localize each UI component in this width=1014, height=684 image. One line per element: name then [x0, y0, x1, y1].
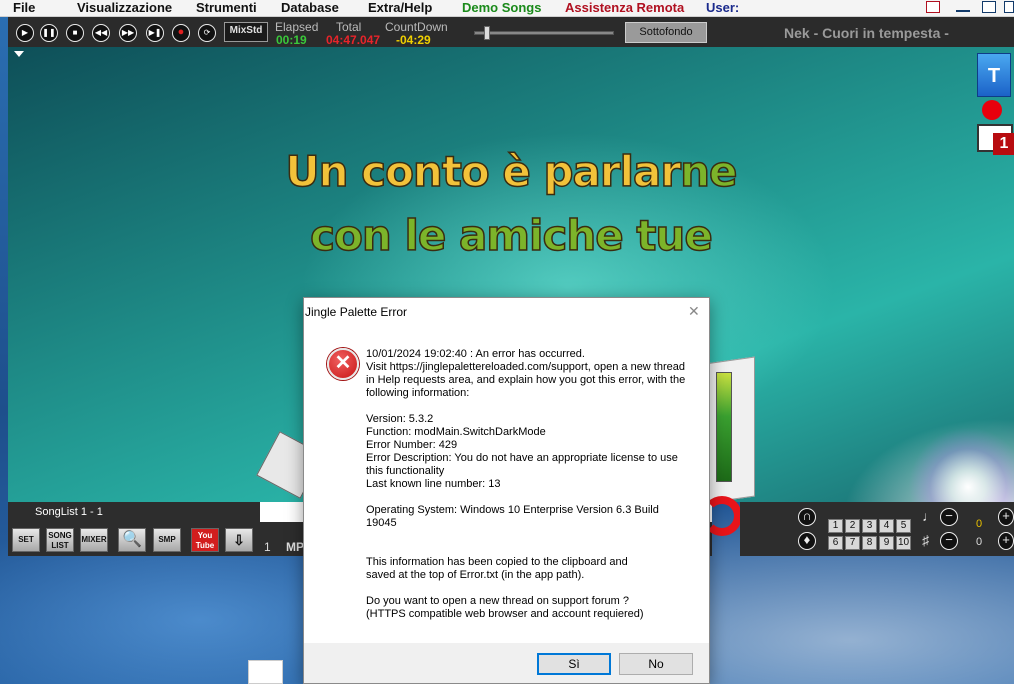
menu-file[interactable]: File	[13, 0, 35, 16]
preset-key-1[interactable]: 1	[828, 519, 843, 533]
mixstd-button[interactable]: MixStd	[224, 22, 268, 42]
preset-key-5[interactable]: 5	[896, 519, 911, 533]
dialog-title: Jingle Palette Error	[305, 305, 408, 319]
preset-key-3[interactable]: 3	[862, 519, 877, 533]
now-playing-title: Nek - Cuori in tempesta -	[784, 25, 949, 41]
preset-key-2[interactable]: 2	[845, 519, 860, 533]
transport-toolbar: ▶ ❚❚ ■ ◀◀ ▶▶ ▶❚ ● ⟳ MixStd Elapsed 00:19…	[8, 17, 1014, 47]
rewind-icon[interactable]: ◀◀	[92, 24, 110, 42]
error-icon: ✕	[327, 348, 359, 380]
menu-extra-help[interactable]: Extra/Help	[368, 0, 432, 16]
tempo-value: 0	[976, 518, 983, 530]
pitch-key-panel: ∩ ♦ 1 2 3 4 5 6 7 8 9 10 ♩ ♯ − 0 + − 0 +	[740, 502, 1014, 556]
preset-key-10[interactable]: 10	[896, 536, 911, 550]
preset-key-9[interactable]: 9	[879, 536, 894, 550]
close-icon[interactable]: ✕	[688, 303, 700, 320]
play-icon[interactable]: ▶	[16, 24, 34, 42]
text-tool-icon[interactable]: T	[977, 53, 1011, 97]
record-icon[interactable]: ●	[172, 24, 190, 42]
lyric-sung-text: Un conto è parlar	[285, 146, 682, 197]
songlist-header: SongList 1 - 1	[8, 502, 260, 522]
last-line-text: Last known line number: 13	[366, 478, 501, 490]
menu-visualizzazione[interactable]: Visualizzazione	[77, 0, 172, 16]
menu-assistenza-remota[interactable]: Assistenza Remota	[565, 0, 684, 16]
key-plus-button[interactable]: +	[998, 532, 1014, 550]
error-timestamp: 10/01/2024 19:02:40 : An error has occur…	[366, 348, 585, 360]
tempo-minus-button[interactable]: −	[940, 508, 958, 526]
error-number-text: Error Number: 429	[366, 439, 458, 451]
no-button[interactable]: No	[619, 653, 693, 675]
question-text: Do you want to open a new thread on supp…	[366, 595, 629, 607]
requirement-text: (HTTPS compatible web browser and accoun…	[366, 608, 644, 620]
tempo-icon: ♩	[922, 508, 936, 524]
menu-bar: File Visualizzazione Strumenti Database …	[0, 0, 1014, 17]
elapsed-value: 00:19	[276, 33, 307, 47]
key-minus-button[interactable]: −	[940, 532, 958, 550]
notification-icon[interactable]	[926, 1, 940, 13]
countdown-label: CountDown	[385, 20, 448, 34]
songlist-title: SongList 1 - 1	[35, 506, 103, 518]
song-list-button[interactable]: SONG LIST	[46, 528, 74, 552]
level-meter-bar	[716, 372, 732, 482]
mixer-button[interactable]: MIXER	[80, 528, 108, 552]
total-label: Total	[336, 20, 362, 34]
key-value: 0	[976, 536, 983, 548]
light-burst	[908, 427, 1014, 502]
yes-button[interactable]: Sì	[537, 653, 611, 675]
smp-button[interactable]: SMP	[153, 528, 181, 552]
song-row-number: 1	[264, 540, 271, 554]
dropdown-arrow-icon[interactable]	[14, 51, 24, 57]
headphones-icon[interactable]: ∩	[798, 508, 816, 526]
mail-badge: 1	[993, 133, 1014, 155]
set-button[interactable]: SET	[12, 528, 40, 552]
menu-strumenti[interactable]: Strumenti	[196, 0, 257, 16]
countdown-value: -04:29	[396, 33, 431, 47]
version-text: Version: 5.3.2	[366, 413, 434, 425]
function-text: Function: modMain.SwitchDarkMode	[366, 426, 546, 438]
lyric-line-1: Un conto è parlarne	[8, 146, 1014, 197]
minimize-icon[interactable]	[956, 10, 970, 12]
error-dialog: Jingle Palette Error ✕ ✕ 10/01/2024 19:0…	[303, 297, 710, 684]
loop-icon[interactable]: ⟳	[198, 24, 216, 42]
visit-support-text: Visit https://jinglepalettereloaded.com/…	[366, 361, 686, 399]
preset-key-6[interactable]: 6	[828, 536, 843, 550]
total-value: 04:47.047	[326, 33, 381, 47]
export-icon[interactable]: ⇩	[225, 528, 253, 552]
youtube-button[interactable]: You Tube	[191, 528, 219, 552]
lyric-unsung-text: ne	[679, 146, 738, 197]
volume-slider-thumb[interactable]	[484, 26, 490, 40]
next-track-icon[interactable]: ▶❚	[146, 24, 164, 42]
sottofondo-button[interactable]: Sottofondo	[625, 22, 707, 43]
menu-user[interactable]: User:	[706, 0, 739, 16]
stop-icon[interactable]: ■	[66, 24, 84, 42]
clipboard-text: This information has been copied to the …	[366, 556, 628, 581]
desktop-document-thumbnail[interactable]	[248, 660, 283, 684]
preset-key-7[interactable]: 7	[845, 536, 860, 550]
key-sharp-icon: ♯	[922, 532, 929, 548]
lyric-line-2-text: con le amiche tue	[309, 210, 713, 261]
preset-key-4[interactable]: 4	[879, 519, 894, 533]
os-text: Operating System: Windows 10 Enterprise …	[366, 504, 659, 529]
menu-database[interactable]: Database	[281, 0, 339, 16]
preset-key-8[interactable]: 8	[862, 536, 877, 550]
songlist-toolbar: SET SONG LIST MIXER 🔍 SMP You Tube ⇩	[8, 522, 260, 556]
song-row-text: MP	[286, 540, 304, 554]
lyric-line-2: con le amiche tue	[8, 210, 1014, 261]
volume-slider-track[interactable]	[474, 31, 614, 35]
search-icon[interactable]: 🔍	[118, 528, 146, 552]
restore-icon[interactable]	[982, 1, 996, 13]
elapsed-label: Elapsed	[275, 20, 319, 34]
tempo-plus-button[interactable]: +	[998, 508, 1014, 526]
fast-forward-icon[interactable]: ▶▶	[119, 24, 137, 42]
pause-icon[interactable]: ❚❚	[40, 24, 58, 42]
close-window-icon[interactable]	[1004, 1, 1014, 13]
dialog-footer: Sì No	[304, 643, 709, 683]
error-description-text: Error Description: You do not have an ap…	[366, 452, 678, 477]
microphone-icon[interactable]: ♦	[798, 532, 816, 550]
menu-demo-songs[interactable]: Demo Songs	[462, 0, 541, 16]
record-status-icon[interactable]	[982, 100, 1002, 120]
